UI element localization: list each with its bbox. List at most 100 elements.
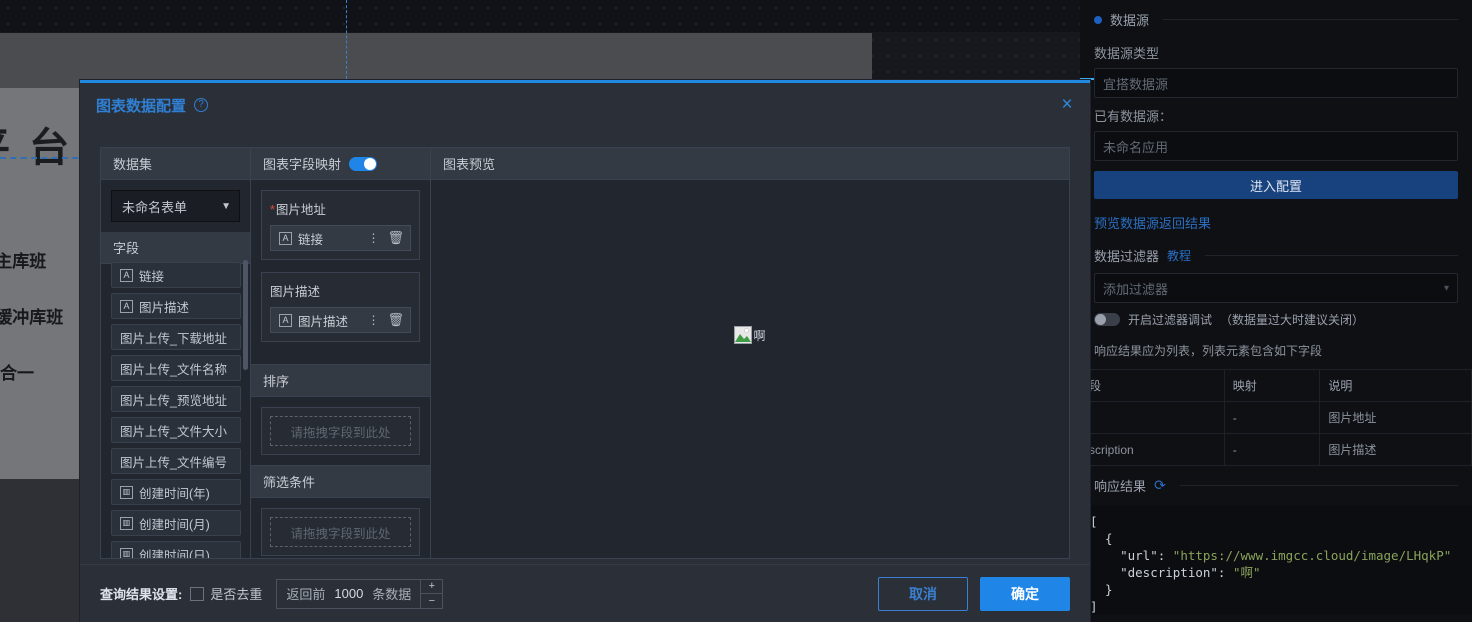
section-bullet-icon xyxy=(1094,15,1102,24)
dialog-body: 数据集 未命名表单 ▼ 字段 A 链接 A 图片描述 图片上传_下载地址 图片上… xyxy=(100,147,1070,559)
field-label: 图片上传_文件编号 xyxy=(120,455,227,470)
code-key: "url": xyxy=(1090,548,1173,563)
filter-section: 筛选条件 请拖拽字段到此处 xyxy=(251,465,430,556)
sort-section: 排序 请拖拽字段到此处 xyxy=(251,364,430,455)
stepper-increment[interactable]: + xyxy=(421,579,443,594)
text-field-icon: A xyxy=(120,268,133,282)
quantity-stepper[interactable]: + − xyxy=(420,578,443,609)
sort-drop-zone[interactable]: 请拖拽字段到此处 xyxy=(261,407,420,455)
table-header-row: 段 映射 说明 xyxy=(1080,369,1472,402)
list-item[interactable]: A 图片描述 xyxy=(111,293,241,319)
filter-drop-zone[interactable]: 请拖拽字段到此处 xyxy=(261,508,420,556)
mapping-group-text: 图片地址 xyxy=(275,203,326,217)
code-value-desc: "啊" xyxy=(1233,565,1261,580)
response-code-block: [ { "url": "https://www.imgcc.cloud/imag… xyxy=(1080,505,1472,615)
field-label: 图片上传_预览地址 xyxy=(120,393,227,408)
query-settings-label: 查询结果设置: xyxy=(100,587,183,602)
mapping-group-label: *图片地址 xyxy=(270,199,411,218)
list-item[interactable]: 图片上传_下载地址 xyxy=(111,324,241,350)
list-item[interactable]: ▥ 创建时间(月) xyxy=(111,510,241,536)
mapping-header-label: 图表字段映射 xyxy=(263,157,342,172)
field-label: 创建时间(月) xyxy=(139,517,210,532)
filter-drop-placeholder: 请拖拽字段到此处 xyxy=(270,517,411,547)
refresh-icon[interactable]: ⟳ xyxy=(1153,476,1167,495)
filter-tutorial-link[interactable]: 教程 xyxy=(1167,247,1191,264)
list-item: 13L缓冲库班 xyxy=(0,308,64,327)
preview-datasource-link[interactable]: 预览数据源返回结果 xyxy=(1080,209,1472,236)
field-label: 图片描述 xyxy=(139,300,190,315)
datasource-section-title: 数据源 xyxy=(1110,13,1150,28)
field-list[interactable]: A 链接 A 图片描述 图片上传_下载地址 图片上传_文件名称 图片上传_预览地 xyxy=(101,256,251,558)
dataset-header: 数据集 xyxy=(101,148,250,180)
text-field-icon: A xyxy=(279,313,292,327)
debug-toggle[interactable] xyxy=(1094,313,1120,326)
limit-value[interactable]: 1000 xyxy=(334,586,363,601)
debug-switch-row[interactable]: 开启过滤器调试 （数据量过大时建议关闭） xyxy=(1080,303,1472,336)
datasource-section-header: 数据源 xyxy=(1080,0,1472,35)
existing-datasource-select[interactable]: 未命名应用 xyxy=(1094,131,1458,161)
mapping-group-text: 图片描述 xyxy=(270,285,321,299)
sort-header: 排序 xyxy=(251,365,430,397)
list-item[interactable]: ▥ 创建时间(日) xyxy=(111,541,241,558)
list-item[interactable]: 图片上传_文件编号 xyxy=(111,448,241,474)
calendar-icon: ▥ xyxy=(120,547,133,558)
canvas-row-list: 13L主库班 13L缓冲库班 三库合一 辅岗 xyxy=(0,248,86,472)
datasource-type-select[interactable]: 宜搭数据源 xyxy=(1094,68,1458,98)
field-mapping-table: 段 映射 说明 - 图片地址 scription - 图片描述 xyxy=(1080,369,1472,466)
enter-config-button[interactable]: 进入配置 xyxy=(1094,171,1458,199)
broken-image-alt-text: 啊 xyxy=(753,328,766,343)
field-label: 创建时间(年) xyxy=(139,486,210,501)
dialog-footer: 查询结果设置: 是否去重 返回前 1000 条数据 + − 取消 确定 xyxy=(80,564,1090,622)
result-section-header: 响应结果 ⟳ xyxy=(1080,466,1472,501)
filter-section-title: 数据过滤器 xyxy=(1094,249,1160,264)
dataset-select-value: 未命名表单 xyxy=(122,199,188,215)
row-limit-input[interactable]: 返回前 1000 条数据 + − xyxy=(276,578,444,609)
list-item[interactable]: 图片上传_文件名称 xyxy=(111,355,241,381)
more-options-icon[interactable]: ⋮ xyxy=(367,231,379,245)
mapping-group-image-desc: 图片描述 A 图片描述 ⋮ 🗑 xyxy=(261,272,420,342)
datasource-type-label: 数据源类型 xyxy=(1094,46,1160,61)
field-label: 创建时间(日) xyxy=(139,548,210,559)
field-list-scrollbar[interactable] xyxy=(243,260,248,370)
existing-datasource-label: 已有数据源： xyxy=(1094,109,1173,124)
chevron-down-icon: ▼ xyxy=(221,200,231,212)
more-options-icon[interactable]: ⋮ xyxy=(367,313,379,327)
delete-icon[interactable]: 🗑 xyxy=(387,230,404,246)
help-icon[interactable]: ? xyxy=(194,98,209,112)
code-line: } xyxy=(1090,582,1113,597)
preview-header: 图表预览 xyxy=(431,148,1069,180)
code-line: [ xyxy=(1090,514,1098,529)
dedupe-checkbox[interactable] xyxy=(190,586,205,601)
field-label: 图片上传_下载地址 xyxy=(120,331,227,346)
list-item: 辅岗 xyxy=(0,416,86,444)
response-note: 响应结果应为列表，列表元素包含如下字段 xyxy=(1094,344,1323,358)
confirm-button[interactable]: 确定 xyxy=(980,576,1070,611)
list-item[interactable]: 图片上传_文件大小 xyxy=(111,417,241,443)
mapping-chip[interactable]: A 图片描述 ⋮ 🗑 xyxy=(270,307,411,333)
divider xyxy=(1179,485,1458,486)
col-header-field: 段 xyxy=(1080,369,1225,402)
close-icon[interactable]: × xyxy=(1056,95,1078,117)
mapping-chip-label: 链接 xyxy=(298,232,324,247)
stepper-decrement[interactable]: − xyxy=(421,594,442,609)
divider xyxy=(1163,19,1458,20)
cancel-button[interactable]: 取消 xyxy=(878,576,968,611)
table-row: - 图片地址 xyxy=(1080,401,1472,434)
mapping-chip[interactable]: A 链接 ⋮ 🗑 xyxy=(270,225,411,251)
text-field-icon: A xyxy=(279,231,292,245)
calendar-icon: ▥ xyxy=(120,485,133,499)
add-filter-select[interactable]: 添加过滤器 ▾ xyxy=(1094,273,1458,303)
delete-icon[interactable]: 🗑 xyxy=(387,312,404,328)
dataset-select[interactable]: 未命名表单 ▼ xyxy=(111,190,240,222)
list-item: 三库合一 xyxy=(0,364,34,383)
list-item[interactable]: ▥ 创建时间(年) xyxy=(111,479,241,505)
dataset-column: 数据集 未命名表单 ▼ 字段 A 链接 A 图片描述 图片上传_下载地址 图片上… xyxy=(101,148,251,558)
canvas-top-strip xyxy=(0,0,1080,32)
broken-image-icon xyxy=(734,326,753,344)
mapping-toggle[interactable] xyxy=(349,156,378,171)
list-item[interactable]: 图片上传_预览地址 xyxy=(111,386,241,412)
list-item[interactable]: A 链接 xyxy=(111,262,241,288)
col-header-mapping: 映射 xyxy=(1223,369,1321,402)
chart-data-config-dialog: 图表数据配置 ? × 数据集 未命名表单 ▼ 字段 A 链接 A 图片描述 图片… xyxy=(80,80,1090,622)
datasource-type-value: 宜搭数据源 xyxy=(1103,76,1169,92)
